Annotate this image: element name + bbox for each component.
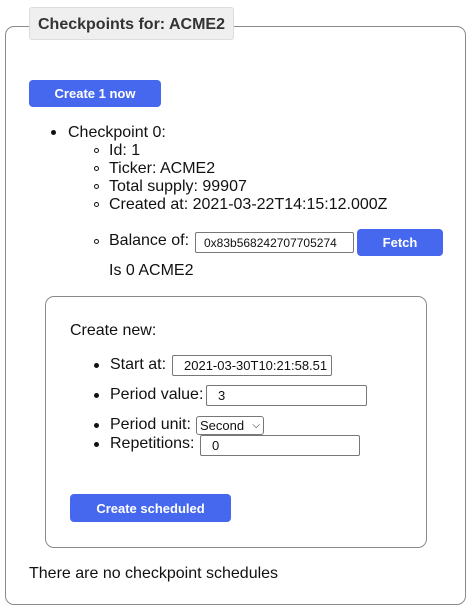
repetitions-input[interactable]: 0 (200, 435, 360, 456)
checkpoint-title: Checkpoint 0: (68, 124, 166, 141)
period-value-label: Period value: (110, 386, 204, 403)
list-bullet (94, 184, 99, 189)
start-at-input[interactable]: 2021-03-30T10:21:58.51 (172, 355, 332, 376)
checkpoint-created: Created at: 2021-03-22T14:15:12.000Z (109, 196, 388, 213)
period-unit-label: Period unit: (110, 416, 191, 433)
checkpoint-ticker: Ticker: ACME2 (109, 160, 216, 177)
balance-result: Is 0 ACME2 (109, 262, 194, 279)
list-bullet (51, 130, 56, 135)
balance-address-input[interactable]: 0x83b568242707705274 (195, 232, 354, 253)
checkpoint-supply: Total supply: 99907 (109, 178, 247, 195)
repetitions-label: Repetitions: (110, 435, 195, 452)
list-bullet (94, 148, 99, 153)
start-at-label: Start at: (110, 356, 167, 373)
list-bullet (94, 393, 99, 398)
fetch-button[interactable]: Fetch (357, 229, 443, 256)
period-unit-select[interactable]: Second ⌵ (196, 416, 264, 435)
fieldset-legend: Checkpoints for: ACME2 (29, 7, 234, 40)
create-now-button[interactable]: Create 1 now (29, 80, 161, 107)
balance-label: Balance of: (109, 232, 190, 249)
list-bullet (94, 442, 99, 447)
legend-ticker: ACME2 (168, 16, 225, 33)
legend-prefix: Checkpoints for: (38, 16, 169, 33)
create-scheduled-button[interactable]: Create scheduled (70, 494, 231, 522)
list-bullet (94, 423, 99, 428)
chevron-down-icon: ⌵ (252, 420, 260, 431)
list-bullet (94, 202, 99, 207)
period-value-input[interactable]: 3 (206, 385, 367, 406)
list-bullet (94, 166, 99, 171)
checkpoint-id: Id: 1 (109, 142, 141, 159)
no-schedules-text: There are no checkpoint schedules (29, 565, 279, 582)
list-bullet (94, 363, 99, 368)
create-new-heading: Create new: (70, 322, 157, 339)
period-unit-value: Second (200, 418, 245, 433)
list-bullet (94, 239, 99, 244)
